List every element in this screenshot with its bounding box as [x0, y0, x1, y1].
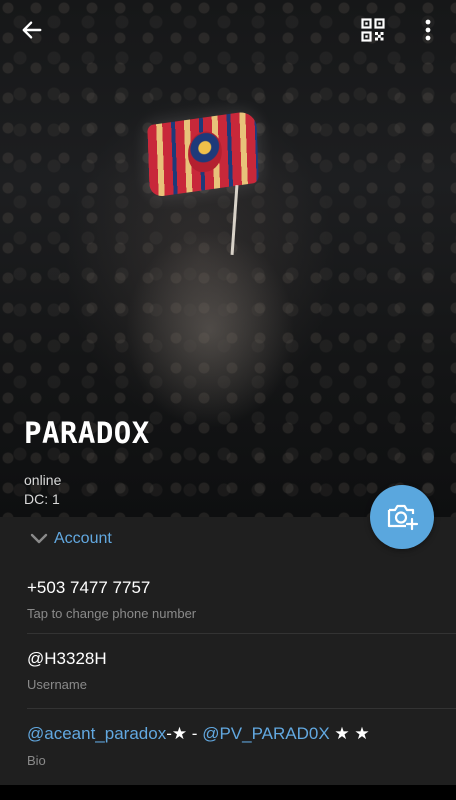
profile-cover-image: PARADOX online DC: 1	[0, 0, 456, 517]
bio-link-aceant-paradox[interactable]: @aceant_paradox	[27, 724, 166, 743]
bio-stars: ★ ★	[329, 724, 370, 743]
camera-add-icon	[387, 504, 419, 531]
bio-caption: Bio	[27, 753, 46, 768]
bio-link-pv-paradox[interactable]: @PV_PARAD0X	[202, 724, 330, 743]
more-vertical-icon	[425, 19, 431, 41]
set-photo-button[interactable]	[370, 485, 434, 549]
arrow-left-icon	[22, 21, 42, 39]
account-section-label: Account	[54, 530, 112, 547]
divider	[27, 633, 456, 634]
profile-name: PARADOX	[24, 416, 150, 450]
phone-number: +503 7477 7757	[27, 578, 151, 597]
data-center-label: DC: 1	[24, 491, 60, 507]
username-value: @H3328H	[27, 649, 107, 668]
account-section-toggle[interactable]: Account	[30, 527, 112, 551]
chevron-down-icon	[30, 533, 48, 544]
phone-caption: Tap to change phone number	[27, 606, 197, 621]
bio-text: @aceant_paradox-★ - @PV_PARAD0X ★ ★	[27, 724, 370, 744]
divider	[27, 708, 456, 709]
username-caption: Username	[27, 677, 87, 692]
back-button[interactable]	[14, 12, 50, 48]
phone-row[interactable]: +503 7477 7757 Tap to change phone numbe…	[0, 566, 456, 632]
flag-graphic	[147, 110, 259, 198]
bio-separator: -★ -	[166, 724, 203, 743]
bottom-bar	[0, 785, 456, 800]
bio-row[interactable]: @aceant_paradox-★ - @PV_PARAD0X ★ ★ Bio	[0, 711, 456, 781]
username-row[interactable]: @H3328H Username	[0, 636, 456, 706]
qr-code-button[interactable]	[355, 12, 391, 48]
online-status: online	[24, 472, 62, 488]
more-options-button[interactable]	[412, 12, 444, 48]
crest-graphic	[187, 129, 223, 175]
qr-code-icon	[361, 18, 385, 42]
